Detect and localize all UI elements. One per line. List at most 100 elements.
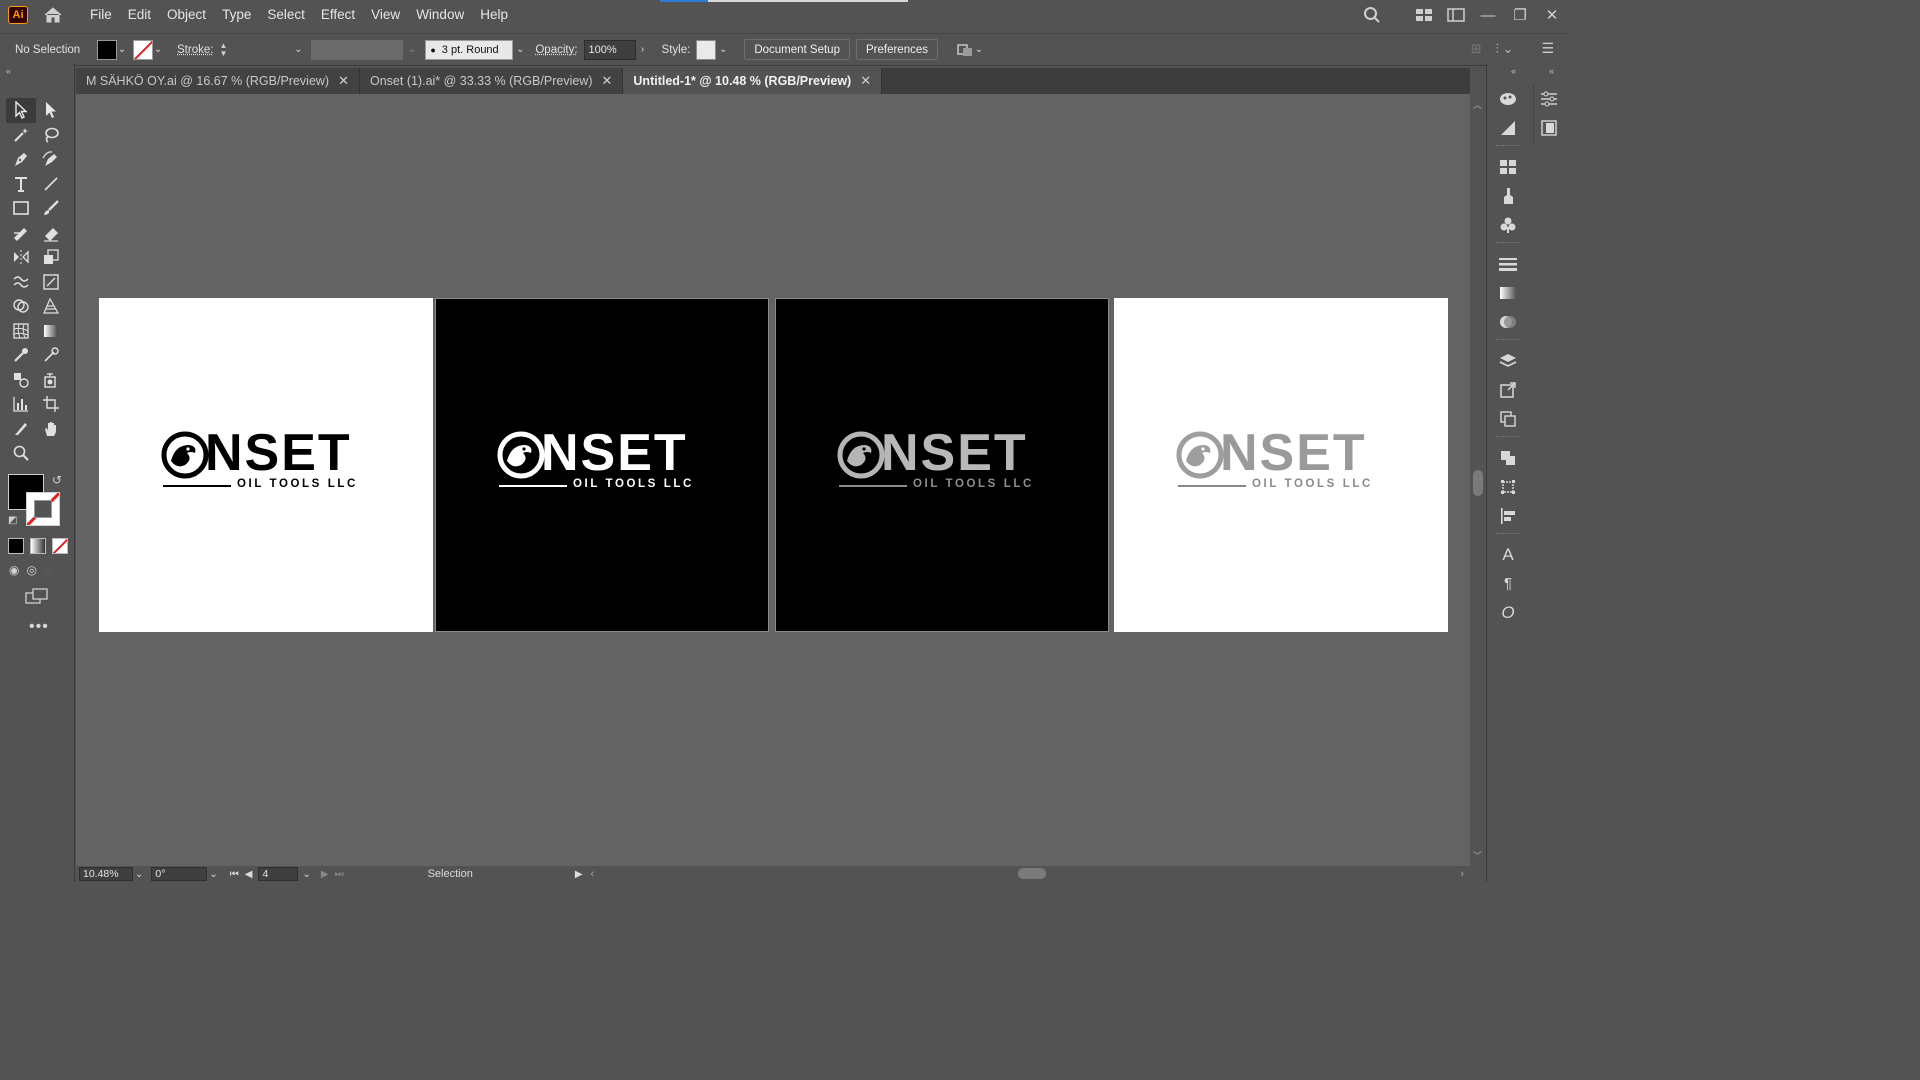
draw-behind-icon[interactable]: ◎ <box>26 563 36 577</box>
slice-tool-icon[interactable] <box>6 417 36 442</box>
shaper-tool-icon[interactable] <box>6 221 36 246</box>
tab-document-3[interactable]: Untitled-1* @ 10.48 % (RGB/Preview) ✕ <box>623 68 883 94</box>
horizontal-scroll-thumb[interactable] <box>1018 868 1046 879</box>
status-menu-icon[interactable]: ▶ <box>575 869 583 880</box>
document-setup-button[interactable]: Document Setup <box>744 39 850 60</box>
draw-normal-icon[interactable]: ◉ <box>9 563 19 577</box>
opacity-arrow-icon[interactable]: › <box>638 44 648 55</box>
eyedropper-tool-icon[interactable] <box>6 343 36 368</box>
scroll-left-icon[interactable]: ‹ <box>591 868 595 880</box>
artboard-3[interactable]: NSET OIL TOOLS LLC <box>775 298 1109 632</box>
export-asset-icon[interactable] <box>1499 375 1517 404</box>
minimize-icon[interactable]: — <box>1472 0 1504 30</box>
artboard-4[interactable]: NSET OIL TOOLS LLC <box>1114 298 1448 632</box>
hand-tool-icon[interactable] <box>36 417 66 442</box>
tab-document-1[interactable]: M SÄHKÖ OY.ai @ 16.67 % (RGB/Preview) ✕ <box>76 68 360 94</box>
default-fill-stroke-icon[interactable]: ◩ <box>8 515 17 526</box>
menu-view[interactable]: View <box>363 0 408 30</box>
edit-toolbar-icon[interactable]: ••• <box>29 618 49 636</box>
swatches-icon[interactable] <box>1499 152 1517 181</box>
collapse-panels-icon[interactable]: « <box>1511 66 1516 76</box>
zoom-dropdown-icon[interactable]: ⌄ <box>135 869 143 880</box>
arrange-objects-icon[interactable]: ⌄ <box>956 42 984 58</box>
vertical-scroll-thumb[interactable] <box>1473 470 1483 496</box>
color-theme-icon[interactable] <box>1498 84 1518 113</box>
variable-width-profile[interactable] <box>311 39 404 60</box>
menu-type[interactable]: Type <box>214 0 259 30</box>
measure-tool-icon[interactable] <box>36 343 66 368</box>
close-tab-icon[interactable]: ✕ <box>338 73 349 89</box>
close-tab-icon[interactable]: ✕ <box>602 73 613 89</box>
gradient-mode-icon[interactable] <box>30 538 46 554</box>
stroke-weight-dropdown-icon[interactable]: ⌄ <box>293 44 303 55</box>
stroke-panel-icon[interactable] <box>1498 249 1518 278</box>
magic-wand-tool-icon[interactable] <box>6 123 36 148</box>
stroke-dropdown-icon[interactable]: ⌄ <box>153 44 163 55</box>
close-tab-icon[interactable]: ✕ <box>860 73 871 89</box>
rotate-view-field[interactable]: 0° <box>151 867 208 881</box>
menu-effect[interactable]: Effect <box>313 0 363 30</box>
rotation-dropdown-icon[interactable]: ⌄ <box>209 869 217 880</box>
column-graph-tool-icon[interactable] <box>6 392 36 417</box>
collapse-toolbar-icon[interactable]: « <box>6 66 11 76</box>
rectangle-tool-icon[interactable] <box>6 196 36 221</box>
stroke-color-box[interactable] <box>26 492 60 526</box>
preferences-button[interactable]: Preferences <box>855 39 938 60</box>
restore-icon[interactable]: ❐ <box>1504 0 1536 30</box>
curvature-tool-icon[interactable] <box>36 147 66 172</box>
artboard-dropdown-icon[interactable]: ⌄ <box>302 869 310 880</box>
menu-object[interactable]: Object <box>159 0 214 30</box>
symbol-sprayer-tool-icon[interactable] <box>36 368 66 393</box>
zoom-tool-icon[interactable] <box>6 441 36 466</box>
artboard-2[interactable]: NSET OIL TOOLS LLC <box>435 298 769 632</box>
layers-icon[interactable] <box>1498 346 1518 375</box>
transparency-icon[interactable] <box>1498 307 1518 336</box>
artboard-1[interactable]: NSET OIL TOOLS LLC <box>99 298 433 632</box>
paintbrush-tool-icon[interactable] <box>36 196 66 221</box>
character-panel-icon[interactable]: A <box>1502 540 1513 569</box>
vertical-scrollbar[interactable]: ︿ ﹀ <box>1470 94 1486 866</box>
mesh-tool-icon[interactable] <box>6 319 36 344</box>
align-panel-icon[interactable] <box>1499 501 1517 530</box>
warp-tool-icon[interactable] <box>6 270 36 295</box>
change-screen-mode-icon[interactable] <box>25 588 49 609</box>
menu-help[interactable]: Help <box>472 0 516 30</box>
direct-selection-tool-icon[interactable] <box>36 98 66 123</box>
gradient-panel-icon[interactable] <box>1499 278 1517 307</box>
brush-dropdown-icon[interactable]: ⌄ <box>515 44 525 55</box>
artboard-tool-icon[interactable] <box>36 392 66 417</box>
transform-panel-icon[interactable] <box>1499 472 1517 501</box>
scroll-down-icon[interactable]: ﹀ <box>1473 849 1482 862</box>
none-mode-icon[interactable] <box>52 538 68 554</box>
eraser-tool-icon[interactable] <box>36 221 66 246</box>
previous-artboard-icon[interactable]: ◀ <box>245 869 253 880</box>
pen-tool-icon[interactable] <box>6 147 36 172</box>
workspace-switcher-icon[interactable] <box>1408 0 1440 30</box>
selection-tool-icon[interactable] <box>6 98 36 123</box>
artboards-panel-icon[interactable] <box>1499 404 1517 433</box>
stroke-weight-field[interactable] <box>233 39 294 60</box>
scroll-up-icon[interactable]: ︿ <box>1473 98 1482 111</box>
brushes-icon[interactable] <box>1499 181 1517 210</box>
free-transform-tool-icon[interactable] <box>36 270 66 295</box>
zoom-level-field[interactable]: 10.48% <box>79 867 133 881</box>
graphic-style-swatch[interactable] <box>696 39 717 60</box>
swap-fill-stroke-icon[interactable]: ↺ <box>52 473 62 487</box>
menu-select[interactable]: Select <box>259 0 313 30</box>
reflect-tool-icon[interactable] <box>6 245 36 270</box>
artboard-number-field[interactable]: 4 <box>258 867 299 881</box>
arrange-documents-icon[interactable] <box>1440 0 1472 30</box>
opacity-field[interactable]: 100% <box>583 39 636 60</box>
color-mode-icon[interactable] <box>8 538 24 554</box>
libraries-icon[interactable] <box>1540 113 1558 142</box>
brush-definition-field[interactable]: ● 3 pt. Round <box>425 39 514 60</box>
style-dropdown-icon[interactable]: ⌄ <box>718 44 728 55</box>
type-tool-icon[interactable] <box>6 172 36 197</box>
pathfinder-icon[interactable] <box>1499 443 1517 472</box>
stroke-swatch[interactable] <box>133 39 153 60</box>
menu-file[interactable]: File <box>82 0 120 30</box>
fill-swatch[interactable] <box>97 39 117 60</box>
menu-window[interactable]: Window <box>408 0 472 30</box>
gradient-tool-icon[interactable] <box>36 319 66 344</box>
stroke-stepper[interactable]: ▲ ▼ <box>219 41 227 58</box>
